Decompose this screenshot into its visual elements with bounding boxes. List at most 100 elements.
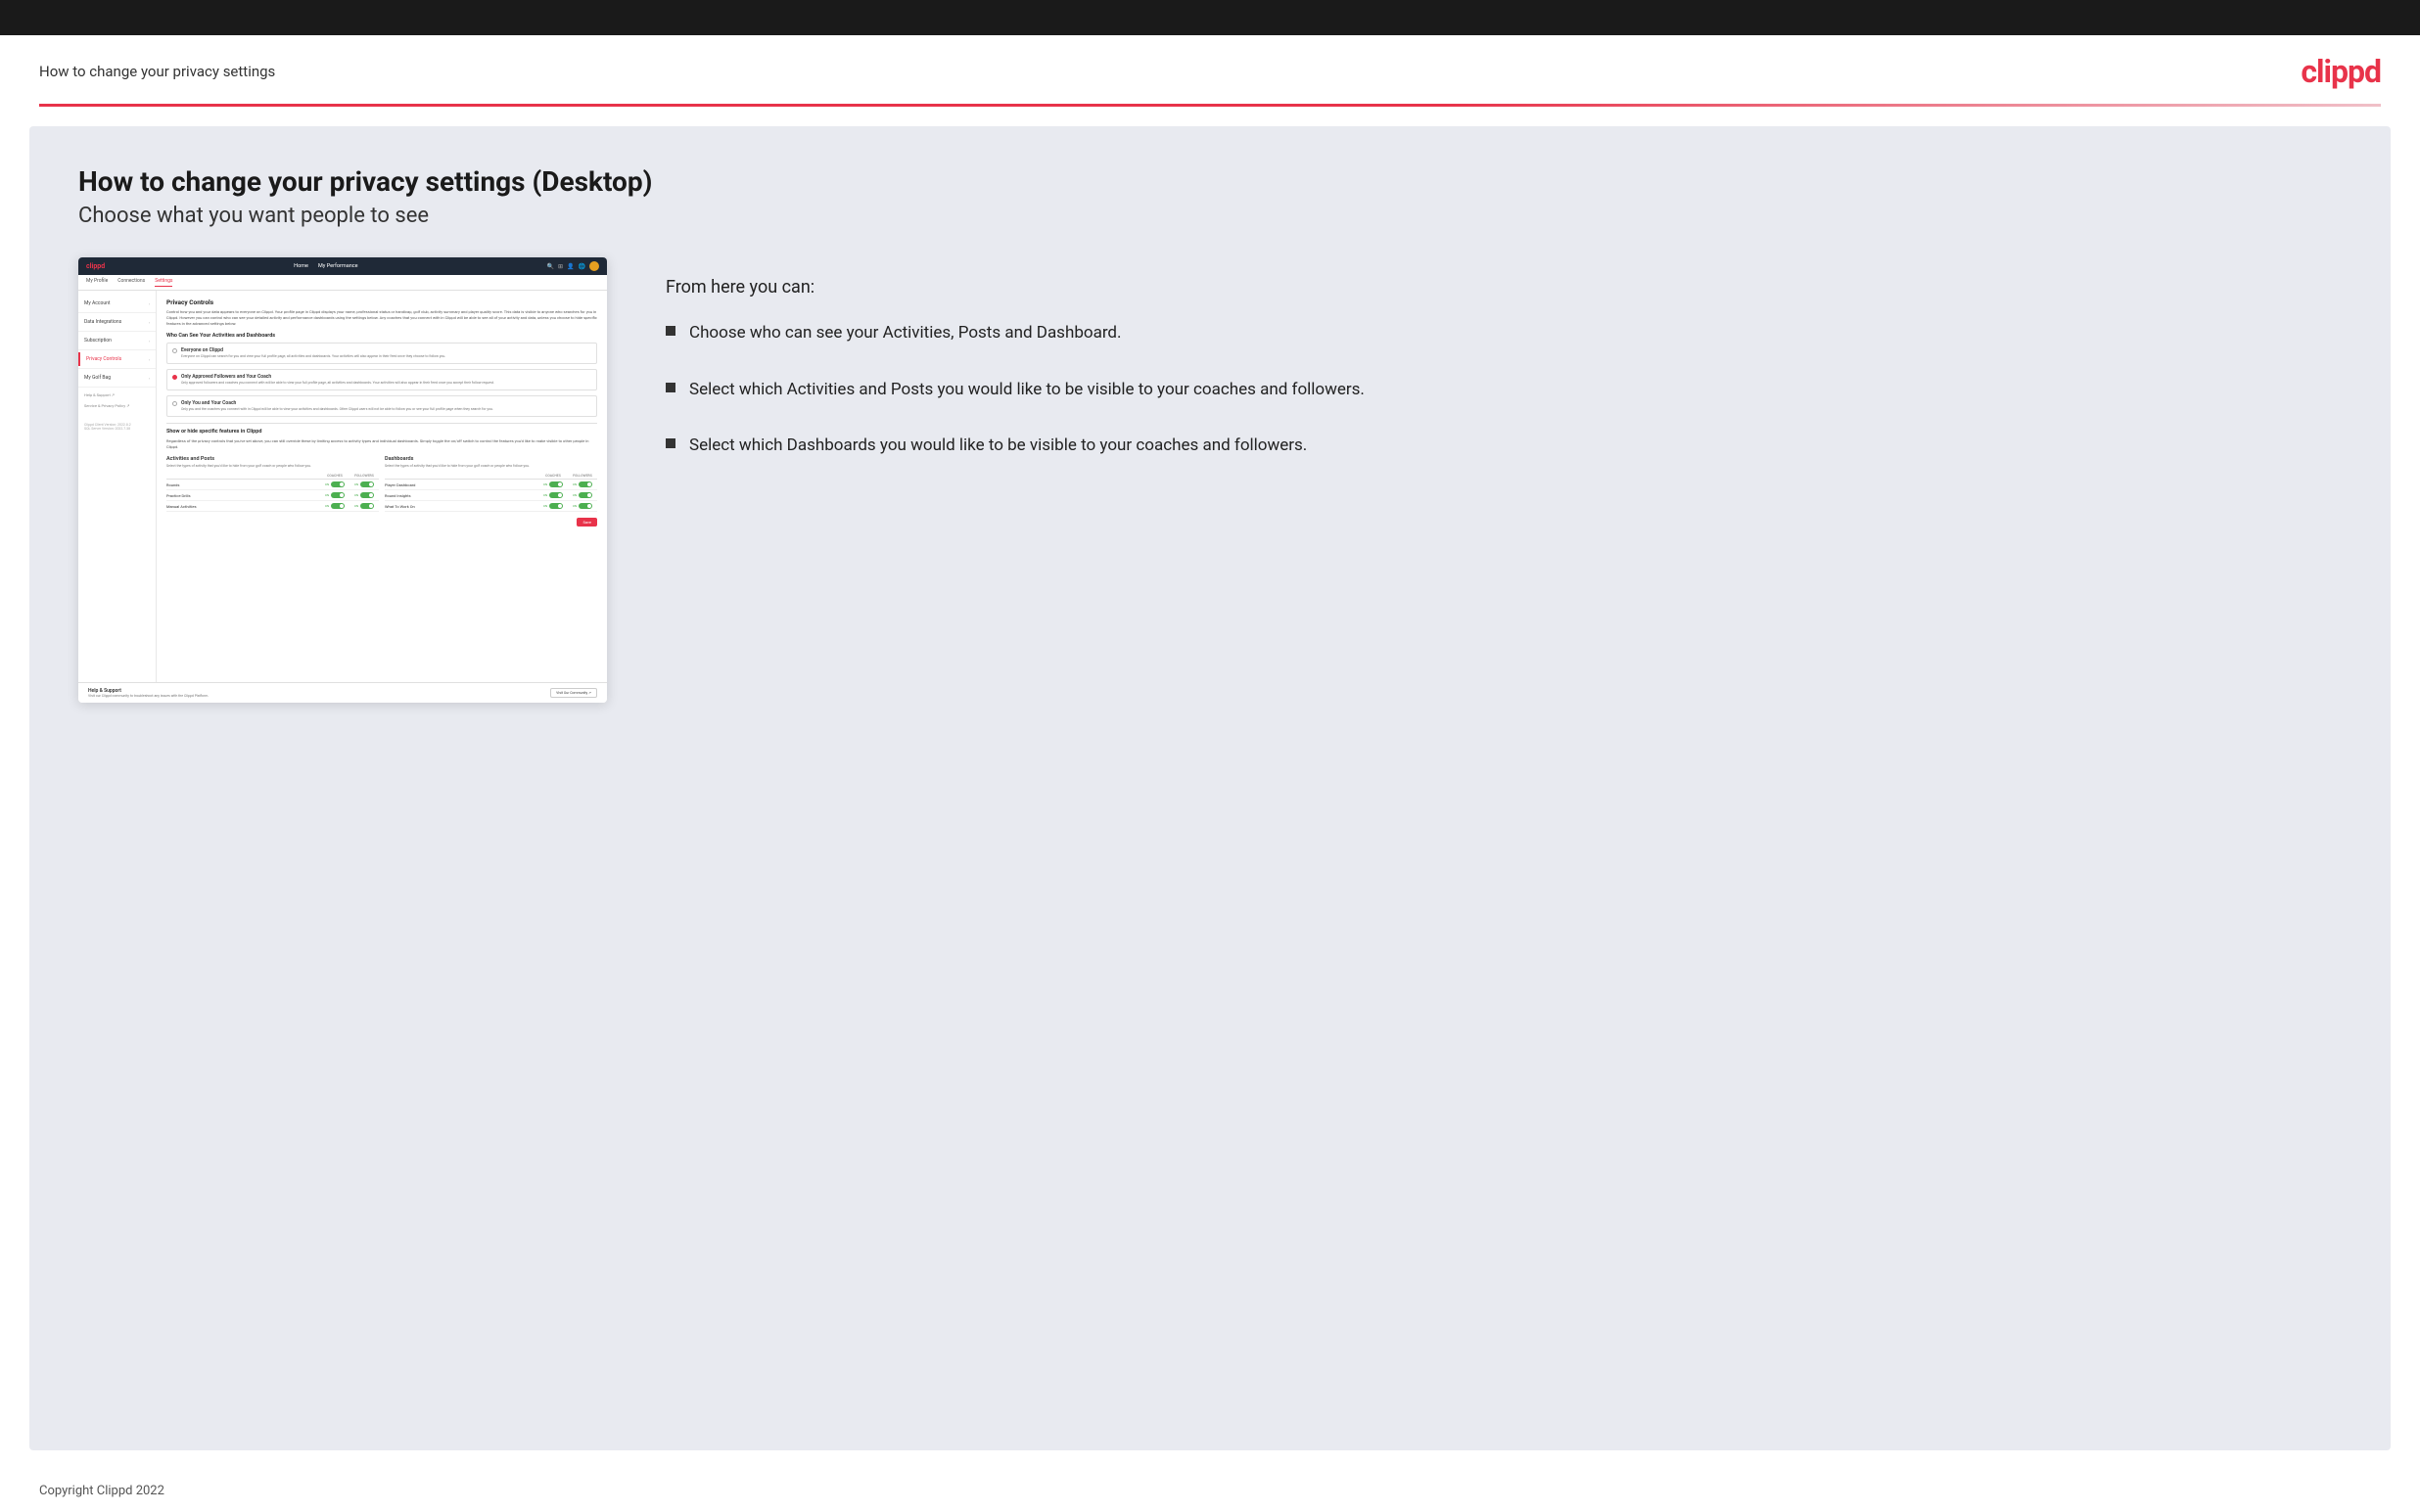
mock-sidebar: My Account › Data Integrations › Subscri… <box>78 291 157 682</box>
mock-radio-everyone-desc: Everyone on Clippd can search for you an… <box>181 354 591 359</box>
mock-nav-home: Home <box>294 263 308 269</box>
mock-radio-you-coach-btn[interactable] <box>172 401 177 406</box>
mock-toggle-insights-followers[interactable] <box>579 492 592 498</box>
right-panel: From here you can: Choose who can see yo… <box>666 257 2342 490</box>
mock-body: My Account › Data Integrations › Subscri… <box>78 291 607 682</box>
mock-rounds-followers-toggle[interactable]: ON <box>349 481 379 487</box>
mock-dashboards-header: COACHES FOLLOWERS <box>385 472 597 480</box>
mock-rounds-coaches-toggle[interactable]: ON <box>320 481 349 487</box>
mock-drills-followers-toggle[interactable]: ON <box>349 492 379 498</box>
header-divider <box>39 104 2381 107</box>
screenshot-mockup: clippd Home My Performance 🔍 ⊞ 👤 🌐 My Pr… <box>78 257 607 703</box>
mock-tab-connections[interactable]: Connections <box>117 278 145 287</box>
mock-dashboards-desc: Select the types of activity that you'd … <box>385 464 597 469</box>
mock-sidebar-privacy-policy[interactable]: Service & Privacy Policy ↗ <box>78 400 156 411</box>
mock-dash-insights-row: Round Insights ON ON <box>385 490 597 501</box>
mock-toggle-player-coaches[interactable] <box>549 481 563 487</box>
mock-radio-everyone[interactable]: Everyone on Clippd Everyone on Clippd ca… <box>166 343 597 364</box>
mock-dash-work-row: What To Work On ON ON <box>385 501 597 512</box>
grid-icon: ⊞ <box>558 263 563 270</box>
chevron-right-icon-4: › <box>149 357 150 362</box>
mock-sidebar-divider-3 <box>78 349 156 350</box>
mock-sidebar-privacy[interactable]: Privacy Controls › <box>78 352 156 366</box>
footer: Copyright Clippd 2022 <box>0 1470 2420 1512</box>
bullet-item-3: Select which Dashboards you would like t… <box>666 434 2342 459</box>
mock-round-insights-label: Round Insights <box>385 493 538 498</box>
mock-privacy-title: Privacy Controls <box>166 298 597 306</box>
mock-main-panel: Privacy Controls Control how you and you… <box>157 291 607 682</box>
mock-dash-player-row: Player Dashboard ON ON <box>385 480 597 490</box>
mock-toggle-player-followers[interactable] <box>579 481 592 487</box>
header: How to change your privacy settings clip… <box>0 35 2420 104</box>
mock-manual-coaches-toggle[interactable]: ON <box>320 503 349 509</box>
mock-sidebar-subscription-label: Subscription <box>84 338 112 344</box>
mock-avatar <box>589 261 599 271</box>
mock-activities-rounds-row: Rounds ON ON <box>166 480 379 490</box>
mock-toggle-rounds-followers[interactable] <box>360 481 374 487</box>
mock-nav-icons: 🔍 ⊞ 👤 🌐 <box>547 261 599 271</box>
right-panel-intro: From here you can: <box>666 277 2342 298</box>
mock-radio-everyone-btn[interactable] <box>172 348 177 353</box>
mock-help-community-btn[interactable]: Visit Our Community ↗ <box>550 688 597 698</box>
mock-sidebar-help[interactable]: Help & Support ↗ <box>78 389 156 400</box>
mock-privacy-desc: Control how you and your data appears to… <box>166 309 597 327</box>
mock-sidebar-my-account[interactable]: My Account › <box>78 297 156 310</box>
mock-player-dash-followers-toggle[interactable]: ON <box>568 481 597 487</box>
mock-radio-followers-btn[interactable] <box>172 375 177 380</box>
mock-radio-you-coach-desc: Only you and the coaches you connect wit… <box>181 407 591 412</box>
mock-player-dash-coaches-toggle[interactable]: ON <box>538 481 568 487</box>
mock-tab-settings[interactable]: Settings <box>155 278 172 287</box>
mock-toggle-rounds-coaches[interactable] <box>331 481 345 487</box>
top-bar <box>0 0 2420 35</box>
mock-drills-coaches-toggle[interactable]: ON <box>320 492 349 498</box>
mock-toggle-manual-followers[interactable] <box>360 503 374 509</box>
bullet-square-1 <box>666 326 675 336</box>
mock-activities-block: Activities and Posts Select the types of… <box>166 456 379 512</box>
mock-radio-followers[interactable]: Only Approved Followers and Your Coach O… <box>166 369 597 390</box>
mock-dashboards-title: Dashboards <box>385 456 597 462</box>
page-heading: How to change your privacy settings (Des… <box>78 165 2342 198</box>
mock-sidebar-subscription[interactable]: Subscription › <box>78 334 156 347</box>
chevron-right-icon-3: › <box>149 339 150 344</box>
page-subheading: Choose what you want people to see <box>78 204 2342 228</box>
mock-toggle-manual-coaches[interactable] <box>331 503 345 509</box>
search-icon: 🔍 <box>547 263 554 270</box>
mock-insights-followers-toggle[interactable]: ON <box>568 492 597 498</box>
mock-sidebar-data-integrations-label: Data Integrations <box>84 319 121 325</box>
mock-radio-group: Everyone on Clippd Everyone on Clippd ca… <box>166 343 597 417</box>
bullet-square-2 <box>666 383 675 392</box>
person-icon: 👤 <box>567 263 574 270</box>
mock-toggle-work-coaches[interactable] <box>549 503 563 509</box>
content-row: clippd Home My Performance 🔍 ⊞ 👤 🌐 My Pr… <box>78 257 2342 703</box>
mock-divider <box>166 423 597 424</box>
mock-radio-you-coach[interactable]: Only You and Your Coach Only you and the… <box>166 395 597 417</box>
mock-activities-header: COACHES FOLLOWERS <box>166 472 379 480</box>
mock-help-text: Help & Support Visit our Clippd communit… <box>88 688 209 698</box>
footer-text: Copyright Clippd 2022 <box>39 1484 164 1498</box>
bullet-text-3: Select which Dashboards you would like t… <box>689 434 1307 459</box>
mock-player-dash-label: Player Dashboard <box>385 482 538 487</box>
mock-radio-followers-desc: Only approved followers and coaches you … <box>181 381 591 386</box>
mock-sidebar-divider-4 <box>78 368 156 369</box>
mock-radio-everyone-label: Everyone on Clippd <box>181 347 591 353</box>
mock-logo: clippd <box>86 262 105 270</box>
chevron-right-icon-5: › <box>149 376 150 381</box>
bullet-item-2: Select which Activities and Posts you wo… <box>666 378 2342 403</box>
mock-toggle-work-followers[interactable] <box>579 503 592 509</box>
mock-toggle-insights-coaches[interactable] <box>549 492 563 498</box>
mock-dashboards-followers-header: FOLLOWERS <box>568 474 597 478</box>
mock-activities-drills-row: Practice Drills ON ON <box>166 490 379 501</box>
mock-sidebar-divider-5 <box>78 387 156 388</box>
mock-save-button[interactable]: Save <box>577 518 597 527</box>
mock-tab-profile[interactable]: My Profile <box>86 278 108 287</box>
mock-insights-coaches-toggle[interactable]: ON <box>538 492 568 498</box>
mock-work-followers-toggle[interactable]: ON <box>568 503 597 509</box>
mock-sidebar-golf-bag[interactable]: My Golf Bag › <box>78 371 156 385</box>
mock-sidebar-my-account-label: My Account <box>84 300 110 306</box>
mock-sidebar-data-integrations[interactable]: Data Integrations › <box>78 315 156 329</box>
bullet-item-1: Choose who can see your Activities, Post… <box>666 321 2342 346</box>
mock-work-coaches-toggle[interactable]: ON <box>538 503 568 509</box>
mock-toggle-drills-followers[interactable] <box>360 492 374 498</box>
mock-toggle-drills-coaches[interactable] <box>331 492 345 498</box>
mock-manual-followers-toggle[interactable]: ON <box>349 503 379 509</box>
